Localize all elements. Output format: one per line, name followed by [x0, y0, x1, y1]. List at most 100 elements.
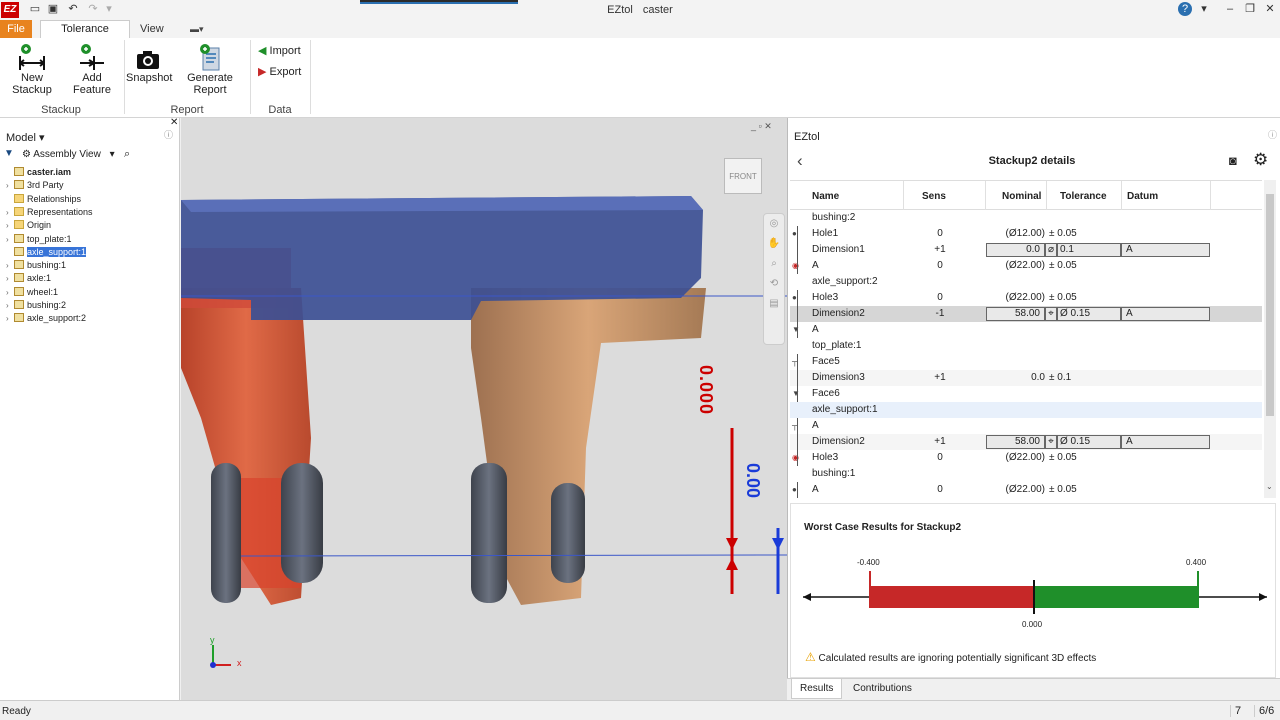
- cell-nominal[interactable]: 58.00: [986, 307, 1045, 321]
- col-name[interactable]: Name: [812, 191, 839, 202]
- table-row[interactable]: ● A 0 (Ø22.00) ± 0.05: [790, 482, 1262, 498]
- assembly-view-select[interactable]: ⚙ Assembly View ▾: [22, 149, 115, 160]
- help-icon[interactable]: ?: [1178, 2, 1192, 16]
- expander-icon[interactable]: ›: [6, 233, 14, 246]
- snapshot-button[interactable]: Snapshot: [126, 38, 172, 104]
- table-row[interactable]: bushing:1: [790, 466, 1262, 482]
- cell-nominal[interactable]: 58.00: [986, 435, 1045, 449]
- tree-item[interactable]: › 3rd Party: [6, 179, 64, 192]
- camera-menu-icon[interactable]: ▬▾: [190, 24, 210, 34]
- tab-view[interactable]: View: [140, 20, 164, 38]
- scroll-down-icon[interactable]: ⌄: [1266, 482, 1273, 491]
- steering-wheel-icon[interactable]: ◎: [764, 214, 784, 234]
- chevron-down-icon[interactable]: ▾: [1196, 2, 1212, 16]
- table-row[interactable]: ▼ A: [790, 322, 1262, 338]
- pan-icon[interactable]: ✋: [764, 234, 784, 254]
- table-scrollbar[interactable]: ⌄: [1264, 180, 1276, 498]
- help-icon[interactable]: ⓘ: [164, 128, 173, 141]
- add-feature-icon: [64, 38, 120, 72]
- table-row[interactable]: top_plate:1: [790, 338, 1262, 354]
- help-icon[interactable]: ⓘ: [1268, 128, 1277, 141]
- tree-item[interactable]: axle_support:1: [6, 245, 88, 259]
- table-row[interactable]: ◉ Hole3 0 (Ø22.00) ± 0.05: [790, 450, 1262, 466]
- table-row[interactable]: ● Hole3 0 (Ø22.00) ± 0.05: [790, 290, 1262, 306]
- tree-item[interactable]: › bushing:2: [6, 299, 66, 312]
- tree-item[interactable]: › axle:1: [6, 272, 51, 285]
- tab-tolerance-stackup[interactable]: Tolerance Stackup: [40, 20, 130, 52]
- table-row[interactable]: axle_support:2: [790, 274, 1262, 290]
- tab-file[interactable]: File: [0, 20, 32, 38]
- cell-tol[interactable]: Ø 0.15: [1057, 435, 1121, 449]
- expander-icon[interactable]: ›: [6, 179, 14, 192]
- cell-datum[interactable]: A: [1121, 307, 1210, 321]
- table-row[interactable]: Dimension3 +1 0.0 ± 0.1: [790, 370, 1262, 386]
- cell-datum[interactable]: A: [1121, 243, 1210, 257]
- zoom-icon[interactable]: ⌕: [764, 254, 784, 274]
- tree-item[interactable]: caster.iam: [6, 166, 71, 179]
- gear-icon[interactable]: ⚙: [1253, 150, 1268, 170]
- tree-item[interactable]: › Representations: [6, 206, 93, 219]
- table-row[interactable]: ┬ A: [790, 418, 1262, 434]
- add-feature-button[interactable]: Add Feature: [64, 38, 120, 104]
- table-row[interactable]: ◉ A 0 (Ø22.00) ± 0.05: [790, 258, 1262, 274]
- tree-item[interactable]: Relationships: [6, 193, 81, 206]
- tree-item[interactable]: › Origin: [6, 219, 51, 232]
- new-stackup-button[interactable]: New Stackup: [2, 38, 62, 104]
- cell-sens[interactable]: +1: [920, 434, 960, 450]
- expander-icon[interactable]: ›: [6, 286, 14, 299]
- import-button[interactable]: ◀ Import: [258, 44, 301, 57]
- close-icon[interactable]: ✕: [170, 117, 178, 128]
- table-row[interactable]: Dimension2 -1 58.00 ⌖ Ø 0.15 A: [790, 306, 1262, 322]
- table-row[interactable]: axle_support:1: [790, 402, 1262, 418]
- table-row[interactable]: bushing:2: [790, 210, 1262, 226]
- cell-sens[interactable]: -1: [920, 306, 960, 322]
- tree-item[interactable]: › axle_support:2: [6, 312, 86, 325]
- binoculars-icon[interactable]: ⌕: [124, 148, 130, 161]
- look-icon[interactable]: ▤: [764, 294, 784, 314]
- table-row[interactable]: ▼ Face6: [790, 386, 1262, 402]
- scrollbar-thumb[interactable]: [1266, 194, 1274, 416]
- tree-item[interactable]: › wheel:1: [6, 286, 58, 299]
- expander-icon[interactable]: ›: [6, 259, 14, 272]
- dimension-value-red[interactable]: 0.000: [695, 365, 716, 415]
- cell-tol[interactable]: 0.1: [1057, 243, 1121, 257]
- cell-tol[interactable]: Ø 0.15: [1057, 307, 1121, 321]
- cell-tolsym[interactable]: ⌀: [1045, 243, 1057, 257]
- export-button[interactable]: ▶ Export: [258, 65, 301, 78]
- cell-tolsym[interactable]: ⌖: [1045, 435, 1057, 449]
- expander-icon[interactable]: ›: [6, 312, 14, 325]
- restore-icon[interactable]: ❐: [1242, 2, 1258, 16]
- filter-icon[interactable]: ▼: [4, 148, 14, 159]
- cell-sens[interactable]: +1: [920, 242, 960, 258]
- table-row[interactable]: ● Hole1 0 (Ø12.00) ± 0.05: [790, 226, 1262, 242]
- camera-icon[interactable]: ◙: [1229, 153, 1237, 168]
- generate-report-button[interactable]: Generate Report: [172, 38, 248, 104]
- cell-sens: 0: [937, 292, 943, 303]
- expander-icon[interactable]: ›: [6, 206, 14, 219]
- col-nominal[interactable]: Nominal: [1002, 191, 1041, 202]
- expander-icon[interactable]: ›: [6, 219, 14, 232]
- tree-item[interactable]: › top_plate:1: [6, 233, 72, 246]
- viewport-window-controls[interactable]: _ ▫ ✕: [751, 121, 772, 132]
- viewcube[interactable]: FRONT: [724, 158, 762, 194]
- minimize-icon[interactable]: –: [1222, 2, 1238, 16]
- table-row[interactable]: ┬ Face5: [790, 354, 1262, 370]
- dimension-value-blue[interactable]: 0.00: [742, 463, 763, 498]
- col-sens[interactable]: Sens: [922, 191, 946, 202]
- col-datum[interactable]: Datum: [1127, 191, 1158, 202]
- model-dropdown[interactable]: Model ▾: [6, 131, 45, 144]
- table-row[interactable]: Dimension2 +1 58.00 ⌖ Ø 0.15 A: [790, 434, 1262, 450]
- col-tolerance[interactable]: Tolerance: [1060, 191, 1107, 202]
- 3d-viewport[interactable]: 0.000 0.00 FRONT ◎ ✋ ⌕ ⟲ ▤ _ ▫ ✕ x y: [181, 118, 787, 700]
- cell-nominal[interactable]: 0.0: [986, 243, 1045, 257]
- cell-tolsym[interactable]: ⌖: [1045, 307, 1057, 321]
- tab-contributions[interactable]: Contributions: [845, 679, 920, 698]
- tab-results[interactable]: Results: [791, 679, 843, 699]
- expander-icon[interactable]: ›: [6, 299, 14, 312]
- expander-icon[interactable]: ›: [6, 272, 14, 285]
- table-row[interactable]: Dimension1 +1 0.0 ⌀ 0.1 A: [790, 242, 1262, 258]
- close-icon[interactable]: ✕: [1262, 2, 1278, 16]
- tree-item[interactable]: › bushing:1: [6, 259, 66, 272]
- cell-datum[interactable]: A: [1121, 435, 1210, 449]
- orbit-icon[interactable]: ⟲: [764, 274, 784, 294]
